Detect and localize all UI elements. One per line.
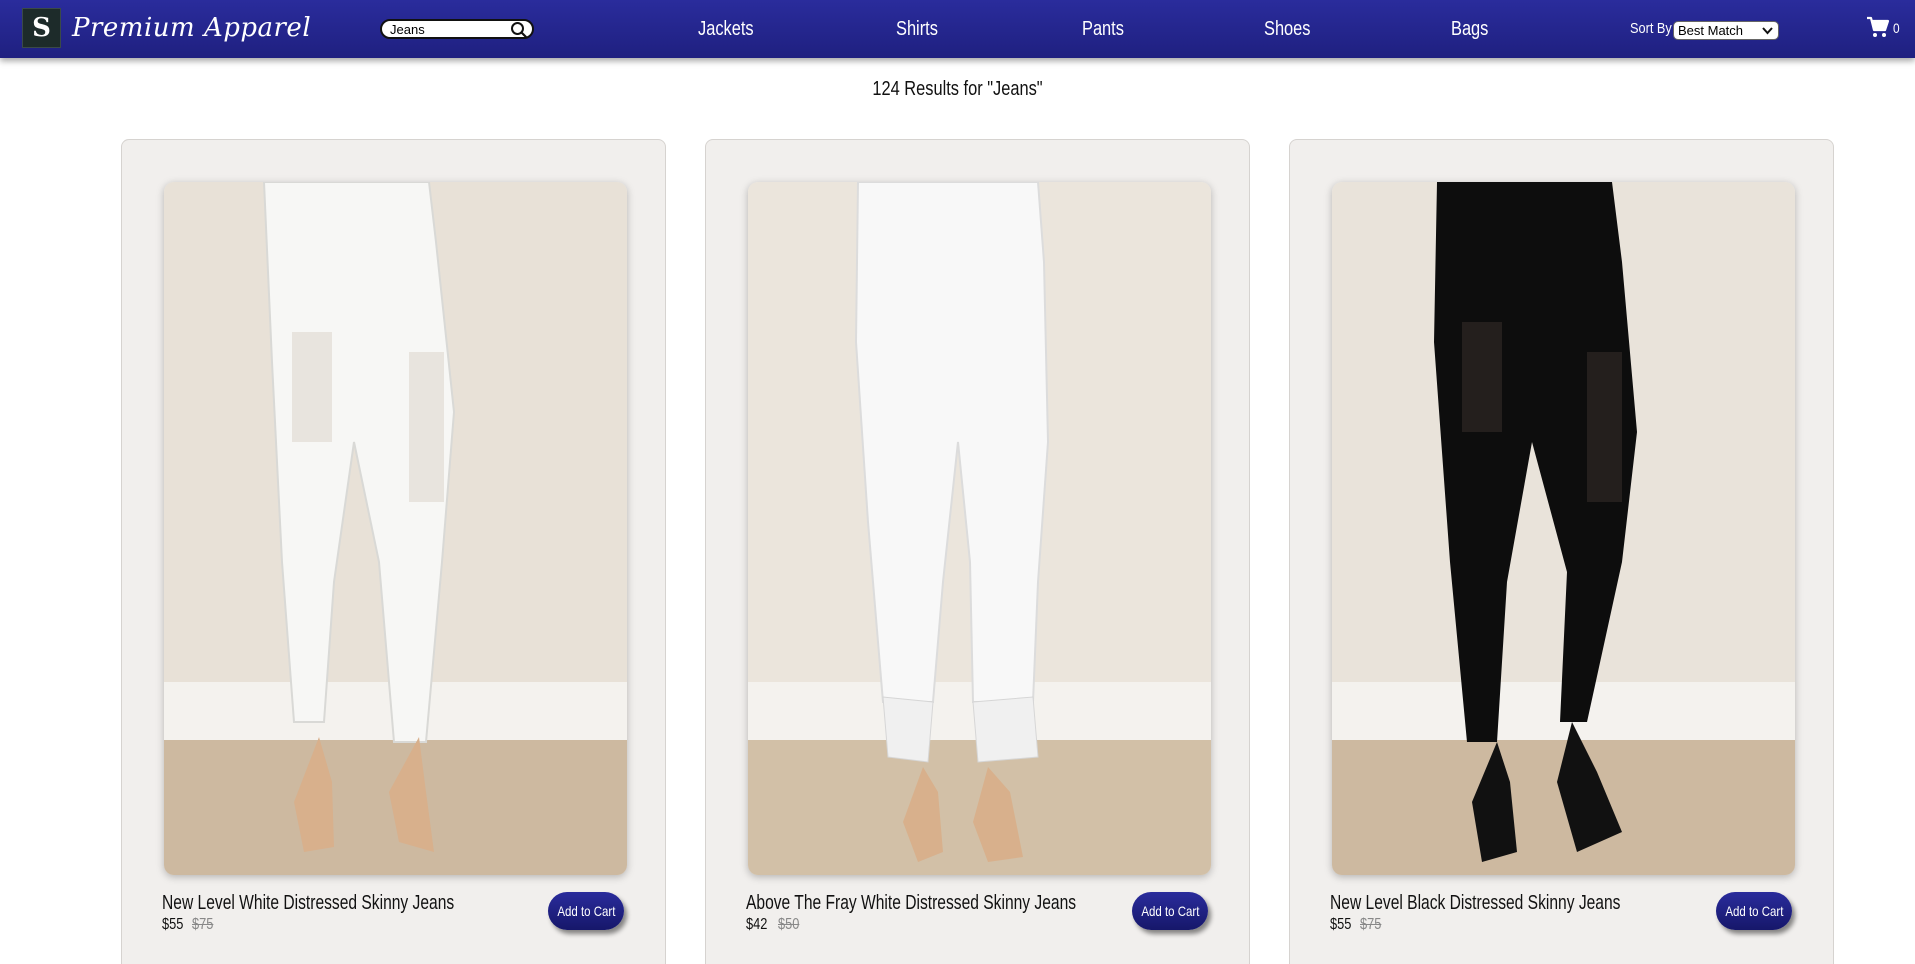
sort-select[interactable]: Best Match — [1673, 21, 1779, 40]
nav-bags[interactable]: Bags — [1451, 14, 1488, 44]
sort-selected-value: Best Match — [1678, 23, 1744, 38]
nav-shirts[interactable]: Shirts — [896, 14, 938, 44]
search-box — [380, 19, 534, 39]
brand-name[interactable]: Premium Apparel — [72, 10, 311, 46]
product-card: New Level White Distressed Skinny Jeans … — [121, 139, 666, 964]
product-card: New Level Black Distressed Skinny Jeans … — [1289, 139, 1834, 964]
nav-shoes[interactable]: Shoes — [1264, 14, 1311, 44]
search-icon[interactable] — [510, 21, 528, 39]
nav-jackets[interactable]: Jackets — [698, 14, 754, 44]
nav-pants[interactable]: Pants — [1082, 14, 1124, 44]
top-navbar: S Premium Apparel Jackets Shirts Pants S… — [0, 0, 1915, 58]
add-to-cart-button[interactable]: Add to Cart — [1132, 892, 1208, 930]
product-card: Above The Fray White Distressed Skinny J… — [705, 139, 1250, 964]
product-name[interactable]: New Level Black Distressed Skinny Jeans — [1330, 892, 1620, 915]
logo-mark[interactable]: S — [22, 8, 61, 48]
add-to-cart-button[interactable]: Add to Cart — [548, 892, 624, 930]
chevron-down-icon — [1762, 27, 1773, 35]
cart-count: 0 — [1893, 20, 1900, 36]
product-name[interactable]: New Level White Distressed Skinny Jeans — [162, 892, 454, 915]
product-image[interactable] — [748, 182, 1211, 875]
cart-icon[interactable] — [1866, 15, 1890, 39]
product-price: $42 — [746, 916, 768, 933]
product-price: $55 — [162, 916, 184, 933]
product-name[interactable]: Above The Fray White Distressed Skinny J… — [746, 892, 1076, 915]
product-image[interactable] — [164, 182, 627, 875]
sort-label: Sort By — [1630, 20, 1672, 37]
search-input[interactable] — [390, 21, 508, 37]
product-old-price: $50 — [778, 916, 800, 933]
results-heading: 124 Results for "Jeans" — [872, 78, 1043, 100]
product-price: $55 — [1330, 916, 1352, 933]
product-old-price: $75 — [192, 916, 214, 933]
add-to-cart-button[interactable]: Add to Cart — [1716, 892, 1792, 930]
product-old-price: $75 — [1360, 916, 1382, 933]
product-image[interactable] — [1332, 182, 1795, 875]
